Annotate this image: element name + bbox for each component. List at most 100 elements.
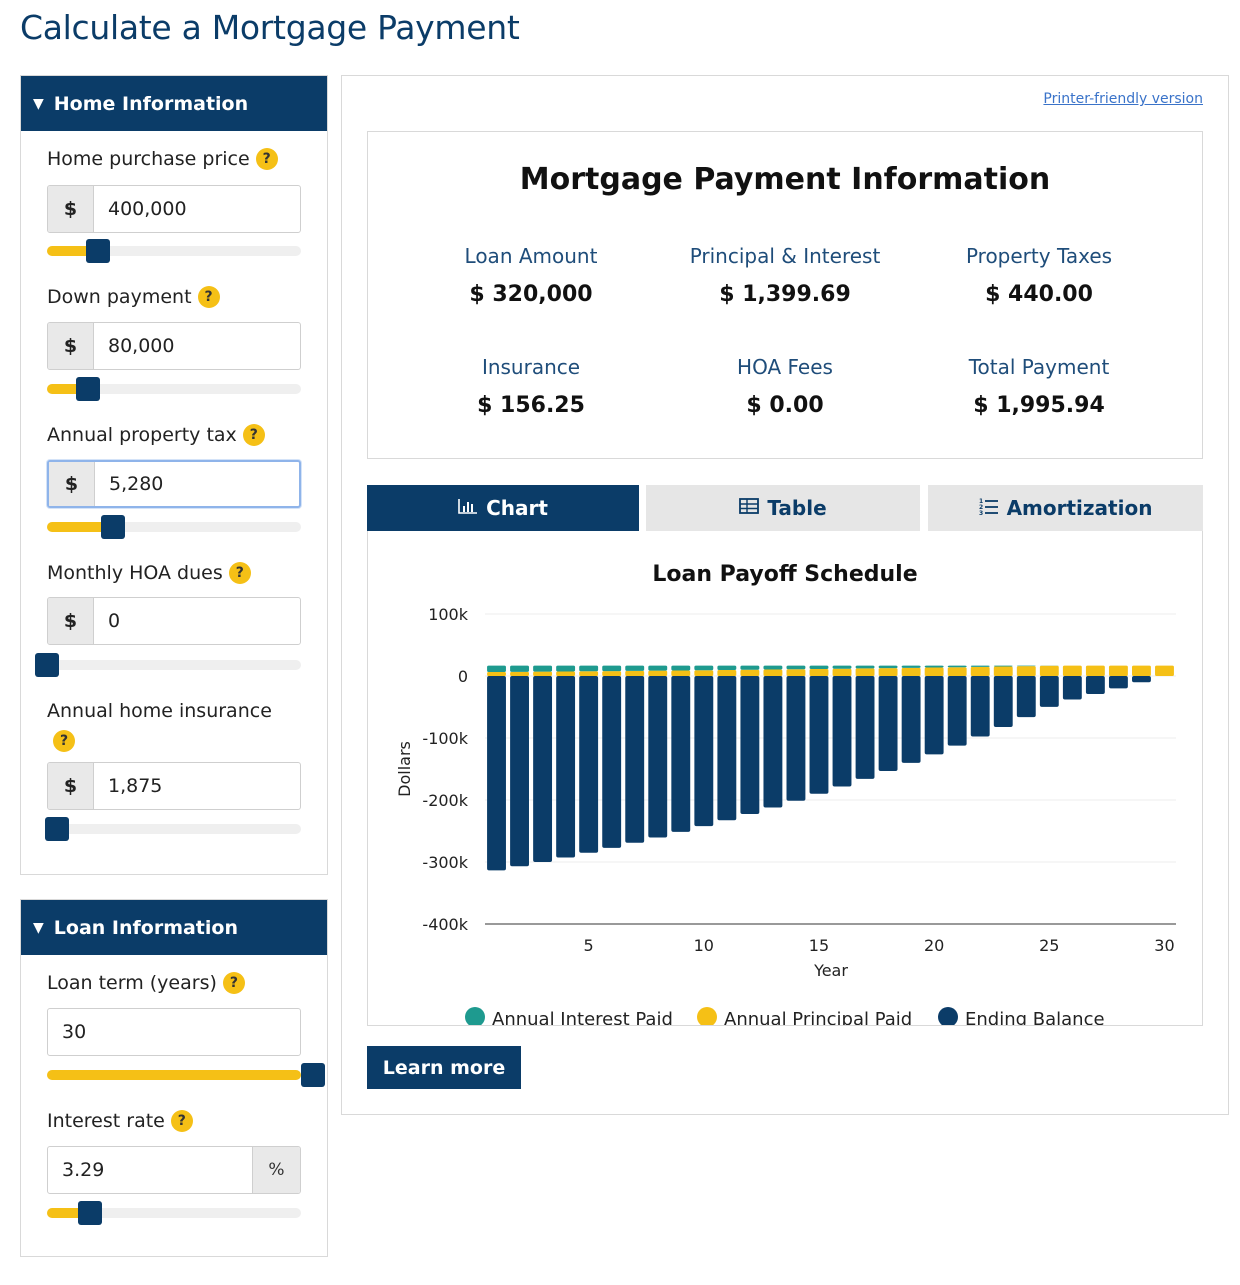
svg-text:3: 3 — [979, 510, 983, 515]
slider-fill — [47, 1070, 301, 1080]
info-value: $ 440.00 — [985, 282, 1093, 307]
bar-chart-icon — [458, 498, 478, 519]
help-icon[interactable]: ? — [222, 972, 245, 994]
bar-ending-balance — [487, 676, 506, 871]
bar-principal-paid — [579, 671, 599, 676]
bar-principal-paid — [1108, 665, 1128, 676]
dollar-prefix: $ — [48, 763, 94, 809]
home-price-slider[interactable] — [47, 239, 301, 263]
tab-table-label: Table — [767, 496, 827, 520]
bar-ending-balance — [694, 676, 714, 827]
hoa-dues-input[interactable]: $ 0 — [47, 597, 301, 645]
help-icon[interactable]: ? — [255, 148, 278, 170]
hoa-dues-label-text: Monthly HOA dues — [47, 562, 223, 584]
slider-thumb[interactable] — [301, 1063, 325, 1087]
bar-interest-paid — [717, 665, 737, 671]
bar-ending-balance — [809, 676, 829, 794]
loan-term-value[interactable]: 30 — [48, 1009, 300, 1055]
home-insurance-slider[interactable] — [45, 817, 301, 841]
property-tax-value[interactable]: 5,280 — [95, 462, 299, 506]
bar-interest-paid — [855, 665, 875, 669]
result-tabs: Chart Table 123 Amortization — [367, 485, 1203, 531]
property-tax-input[interactable]: $ 5,280 — [47, 460, 301, 508]
slider-thumb[interactable] — [75, 377, 100, 401]
help-icon[interactable]: ? — [228, 562, 251, 584]
y-axis-label: Dollars — [395, 741, 414, 797]
home-price-value[interactable]: 400,000 — [94, 186, 300, 232]
printer-friendly-link[interactable]: Printer-friendly version — [1043, 91, 1203, 107]
interest-rate-input[interactable]: 3.29 % — [47, 1146, 301, 1194]
slider-thumb[interactable] — [101, 515, 126, 539]
info-value: $ 320,000 — [469, 282, 593, 307]
bar-principal-paid — [740, 669, 760, 676]
help-icon[interactable]: ? — [242, 424, 265, 446]
loan-term-input[interactable]: 30 — [47, 1008, 301, 1056]
home-price-input[interactable]: $ 400,000 — [47, 185, 301, 233]
tab-amortization[interactable]: 123 Amortization — [928, 485, 1203, 531]
home-insurance-input[interactable]: $ 1,875 — [47, 762, 301, 810]
bar-ending-balance — [855, 676, 875, 779]
bar-principal-paid — [1085, 665, 1105, 676]
info-label: HOA Fees — [737, 355, 833, 379]
home-insurance-label-text: Annual home insurance — [47, 700, 272, 722]
tab-table[interactable]: Table — [646, 485, 920, 531]
hoa-dues-label: Monthly HOA dues? — [47, 562, 251, 584]
info-label: Principal & Interest — [689, 244, 881, 268]
home-information-title: Home Information — [53, 92, 249, 115]
interest-rate-value[interactable]: 3.29 — [48, 1147, 252, 1193]
collapse-triangle-icon: ▼ — [33, 919, 44, 936]
tab-chart-label: Chart — [486, 496, 548, 520]
x-tick-label: 30 — [1154, 936, 1174, 955]
bar-ending-balance — [763, 676, 783, 808]
bar-principal-paid — [556, 671, 576, 676]
bar-principal-paid — [533, 671, 553, 676]
home-information-header[interactable]: ▼ Home Information — [21, 76, 327, 131]
down-payment-slider[interactable] — [47, 377, 301, 401]
y-tick-label: 0 — [458, 667, 468, 686]
hoa-fees-item: HOA Fees $ 0.00 — [660, 355, 910, 418]
slider-thumb[interactable] — [35, 653, 59, 677]
bar-ending-balance — [1062, 676, 1082, 700]
slider-thumb[interactable] — [78, 1201, 103, 1225]
loan-information-header[interactable]: ▼ Loan Information — [21, 900, 327, 955]
page-title: Calculate a Mortgage Payment — [20, 8, 520, 47]
bar-ending-balance — [1039, 676, 1059, 707]
slider-thumb[interactable] — [45, 817, 70, 841]
help-icon[interactable]: ? — [197, 286, 220, 308]
x-axis-label: Year — [813, 961, 848, 980]
bar-interest-paid — [648, 665, 668, 671]
bar-principal-paid — [878, 668, 898, 676]
interest-rate-label-text: Interest rate — [47, 1110, 165, 1132]
down-payment-input[interactable]: $ 80,000 — [47, 322, 301, 370]
bar-principal-paid — [786, 669, 806, 676]
bar-principal-paid — [1132, 665, 1151, 676]
slider-thumb[interactable] — [85, 239, 110, 263]
loan-term-slider[interactable] — [47, 1063, 325, 1087]
property-tax-slider[interactable] — [47, 515, 301, 539]
bar-principal-paid — [924, 667, 944, 676]
principal-interest-item: Principal & Interest $ 1,399.69 — [660, 244, 910, 307]
home-insurance-value[interactable]: 1,875 — [94, 763, 300, 809]
help-icon[interactable]: ? — [53, 730, 75, 752]
bar-principal-paid — [947, 667, 967, 676]
hoa-dues-slider[interactable] — [35, 653, 301, 677]
loan-information-title: Loan Information — [53, 916, 238, 939]
down-payment-value[interactable]: 80,000 — [94, 323, 300, 369]
bar-interest-paid — [740, 665, 760, 670]
learn-more-button[interactable]: Learn more — [367, 1046, 521, 1089]
hoa-dues-value[interactable]: 0 — [94, 598, 300, 644]
bar-interest-paid — [763, 665, 783, 670]
bar-interest-paid — [947, 665, 967, 668]
x-tick-label: 10 — [694, 936, 714, 955]
loan-amount-item: Loan Amount $ 320,000 — [406, 244, 656, 307]
interest-rate-slider[interactable] — [47, 1201, 301, 1225]
help-icon[interactable]: ? — [170, 1110, 193, 1132]
bar-interest-paid — [786, 665, 806, 670]
legend-swatch — [465, 1007, 485, 1025]
bar-ending-balance — [993, 676, 1013, 727]
bar-interest-paid — [533, 665, 553, 672]
bar-interest-paid — [579, 665, 599, 672]
chart-title: Loan Payoff Schedule — [652, 562, 917, 587]
legend-swatch — [938, 1007, 958, 1025]
tab-chart[interactable]: Chart — [367, 485, 639, 531]
